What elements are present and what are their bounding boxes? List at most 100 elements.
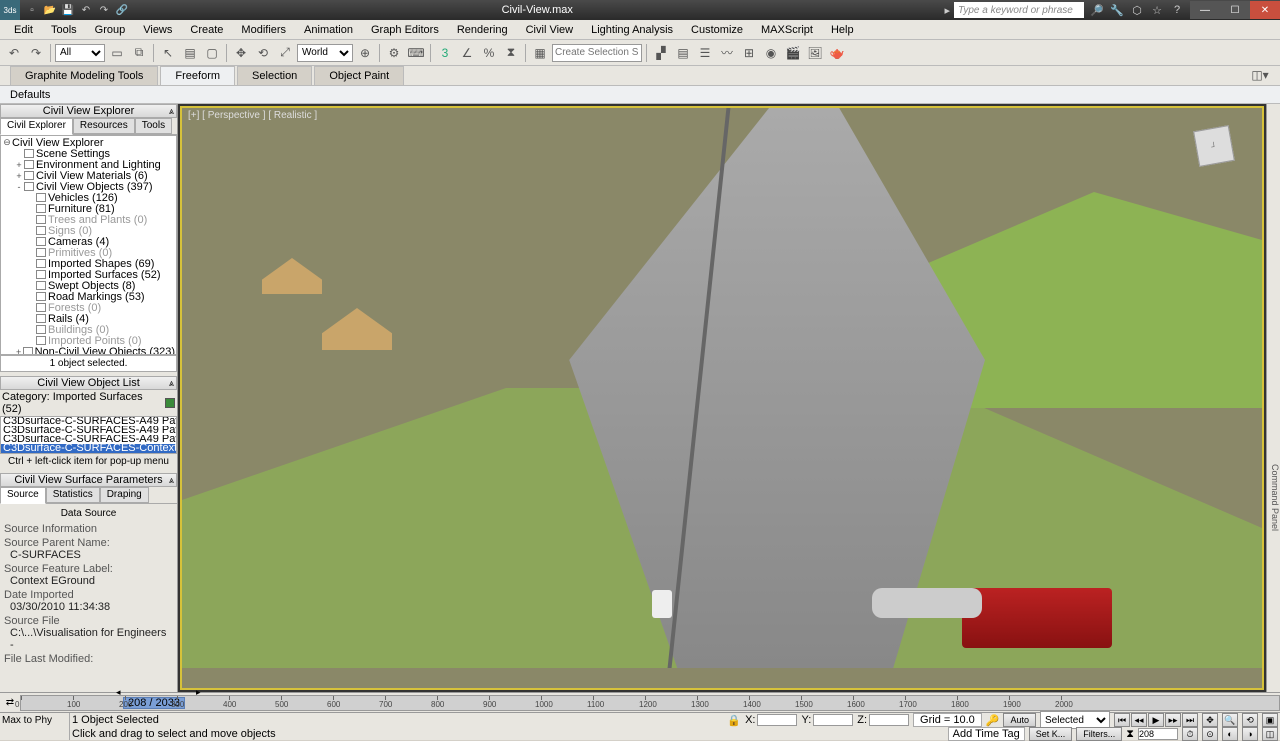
- select-region-icon[interactable]: ▭: [107, 43, 127, 63]
- mirror-icon[interactable]: ▞: [651, 43, 671, 63]
- nav-max2-icon[interactable]: ◫: [1262, 727, 1278, 741]
- script-listener[interactable]: Max to Phy: [0, 713, 70, 740]
- tree-item[interactable]: Imported Points (0): [2, 335, 175, 346]
- menu-civil-view[interactable]: Civil View: [518, 22, 581, 38]
- time-config-icon[interactable]: ⏱: [1182, 727, 1198, 741]
- timeline-arrow-left[interactable]: ◂: [116, 687, 121, 698]
- frame-spinner-icon[interactable]: ⧗: [1126, 728, 1134, 741]
- tree-item[interactable]: +Civil View Materials (6): [2, 170, 175, 181]
- favorite-icon[interactable]: ☆: [1148, 2, 1166, 18]
- goto-start-icon[interactable]: ⏮: [1114, 713, 1130, 727]
- select-icon[interactable]: ↖: [158, 43, 178, 63]
- tree-item[interactable]: Forests (0): [2, 302, 175, 313]
- menu-group[interactable]: Group: [87, 22, 134, 38]
- select-rect-icon[interactable]: ▢: [202, 43, 222, 63]
- selection-filter[interactable]: All: [55, 44, 105, 62]
- nav-orbit-icon[interactable]: ⟲: [1242, 713, 1258, 727]
- list-item[interactable]: C3Dsurface-C-SURFACES-A49 PavedIslar: [1, 435, 176, 444]
- schematic-icon[interactable]: ⊞: [739, 43, 759, 63]
- collapse-icon[interactable]: ⩓: [169, 106, 174, 117]
- menu-edit[interactable]: Edit: [6, 22, 41, 38]
- list-item[interactable]: C3Dsurface-C-SURFACES-Context EGrou: [1, 444, 176, 453]
- set-key-button[interactable]: Set K...: [1029, 727, 1073, 741]
- list-item[interactable]: C3Dsurface-C-SURFACES-A49 PavedIslar: [1, 417, 176, 426]
- timeline-arrow-right[interactable]: ▸: [196, 687, 201, 698]
- next-frame-icon[interactable]: ▸▸: [1165, 713, 1181, 727]
- render-icon[interactable]: 🫖: [827, 43, 847, 63]
- key-mode-icon[interactable]: 🔑: [986, 714, 1000, 727]
- play-icon[interactable]: ▶: [1148, 713, 1164, 727]
- collapse-icon[interactable]: ⩓: [169, 378, 174, 389]
- select-name-icon[interactable]: ▤: [180, 43, 200, 63]
- help-icon[interactable]: ?: [1168, 2, 1186, 18]
- tree-item[interactable]: Furniture (81): [2, 203, 175, 214]
- tree-item[interactable]: Vehicles (126): [2, 192, 175, 203]
- nav-roll-icon[interactable]: ◑: [1242, 727, 1258, 741]
- tree-item[interactable]: Imported Surfaces (52): [2, 269, 175, 280]
- open-icon[interactable]: 📂: [42, 2, 58, 18]
- cloud-icon[interactable]: ⬡: [1128, 2, 1146, 18]
- add-time-tag[interactable]: Add Time Tag: [948, 727, 1025, 741]
- menu-views[interactable]: Views: [135, 22, 180, 38]
- nav-pan-icon[interactable]: ✥: [1202, 713, 1218, 727]
- goto-end-icon[interactable]: ⏭: [1182, 713, 1198, 727]
- move-icon[interactable]: ✥: [231, 43, 251, 63]
- menu-help[interactable]: Help: [823, 22, 862, 38]
- link-icon[interactable]: 🔗: [114, 2, 130, 18]
- tree-item[interactable]: Primitives (0): [2, 247, 175, 258]
- coord-y-input[interactable]: [813, 714, 853, 726]
- param-tab-source[interactable]: Source: [0, 487, 46, 504]
- menu-tools[interactable]: Tools: [43, 22, 85, 38]
- render-setup-icon[interactable]: 🎬: [783, 43, 803, 63]
- rotate-icon[interactable]: ⟲: [253, 43, 273, 63]
- prev-frame-icon[interactable]: ◂◂: [1131, 713, 1147, 727]
- auto-key-button[interactable]: Auto: [1003, 713, 1036, 727]
- tree-item[interactable]: -Civil View Objects (397): [2, 181, 175, 192]
- param-tab-draping[interactable]: Draping: [100, 487, 149, 503]
- tree-item[interactable]: Rails (4): [2, 313, 175, 324]
- menu-graph-editors[interactable]: Graph Editors: [363, 22, 447, 38]
- ribbon-tab-object-paint[interactable]: Object Paint: [314, 66, 404, 85]
- spinner-snap-icon[interactable]: ⧗: [501, 43, 521, 63]
- viewcube[interactable]: ┘: [1193, 125, 1235, 167]
- menu-animation[interactable]: Animation: [296, 22, 361, 38]
- list-item[interactable]: C3Dsurface-C-SURFACES-A49 PavedIslar: [1, 426, 176, 435]
- search-input[interactable]: Type a keyword or phrase: [954, 2, 1084, 18]
- config-icon[interactable]: 🔧: [1108, 2, 1126, 18]
- tree-item[interactable]: Buildings (0): [2, 324, 175, 335]
- menu-create[interactable]: Create: [182, 22, 231, 38]
- keyboard-icon[interactable]: ⌨: [406, 43, 426, 63]
- coord-x-input[interactable]: [757, 714, 797, 726]
- tree-item[interactable]: Signs (0): [2, 225, 175, 236]
- tree-item[interactable]: Cameras (4): [2, 236, 175, 247]
- nav-fov-icon[interactable]: ◐: [1222, 727, 1238, 741]
- tree-item[interactable]: +Environment and Lighting: [2, 159, 175, 170]
- menu-lighting-analysis[interactable]: Lighting Analysis: [583, 22, 681, 38]
- viewport[interactable]: [+] [ Perspective ] [ Realistic ] ┘: [180, 106, 1264, 690]
- tree-item[interactable]: Trees and Plants (0): [2, 214, 175, 225]
- material-icon[interactable]: ◉: [761, 43, 781, 63]
- ribbon-tab-graphite-modeling-tools[interactable]: Graphite Modeling Tools: [10, 66, 158, 85]
- ribbon-tab-selection[interactable]: Selection: [237, 66, 312, 85]
- close-button[interactable]: ✕: [1250, 1, 1280, 19]
- explorer-tab-resources[interactable]: Resources: [73, 118, 135, 134]
- object-list-header[interactable]: Civil View Object List⩓: [0, 376, 177, 390]
- redo-icon[interactable]: ↷: [96, 2, 112, 18]
- param-tab-statistics[interactable]: Statistics: [46, 487, 100, 503]
- angle-snap-icon[interactable]: ∠: [457, 43, 477, 63]
- object-list[interactable]: C3Dsurface-C-SURFACES-A49 PavedIslarC3Ds…: [0, 416, 177, 454]
- tree-item[interactable]: Swept Objects (8): [2, 280, 175, 291]
- tree-item[interactable]: Scene Settings: [2, 148, 175, 159]
- save-icon[interactable]: 💾: [60, 2, 76, 18]
- percent-snap-icon[interactable]: %: [479, 43, 499, 63]
- tree-item[interactable]: Road Markings (53): [2, 291, 175, 302]
- explorer-header[interactable]: Civil View Explorer⩓: [0, 104, 177, 118]
- undo-icon[interactable]: ↶: [78, 2, 94, 18]
- tree-item[interactable]: Imported Shapes (69): [2, 258, 175, 269]
- binoculars-icon[interactable]: 🔎: [1088, 2, 1106, 18]
- explorer-tab-tools[interactable]: Tools: [135, 118, 172, 134]
- explorer-tree[interactable]: ⊖Civil View Explorer Scene Settings+Envi…: [0, 135, 177, 355]
- render-frame-icon[interactable]: 🖼: [805, 43, 825, 63]
- lock-icon[interactable]: 🔒: [727, 714, 741, 727]
- curve-editor-icon[interactable]: 〰: [717, 43, 737, 63]
